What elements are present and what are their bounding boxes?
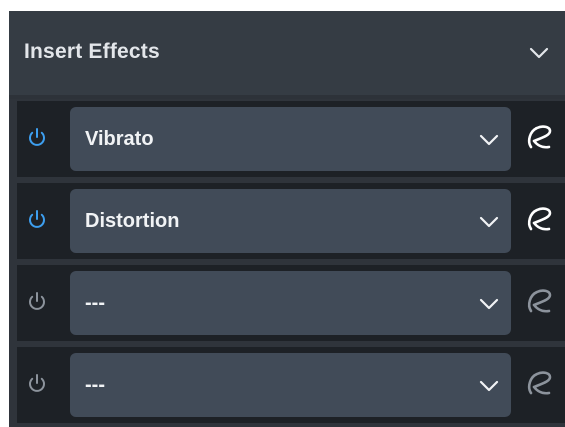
insert-effects-panel: Insert Effects Vibrato Distortion --- --…: [9, 11, 565, 427]
chevron-down-icon: [479, 298, 499, 310]
panel-title: Insert Effects: [24, 40, 160, 63]
chevron-down-icon[interactable]: [527, 41, 551, 65]
effect-select[interactable]: Distortion: [70, 189, 511, 253]
effect-slot-1: Vibrato: [17, 101, 565, 177]
effect-slot-3: ---: [17, 265, 565, 341]
power-icon[interactable]: [25, 126, 49, 150]
chevron-down-icon: [479, 380, 499, 392]
effect-slot-list: Vibrato Distortion --- ---: [9, 99, 565, 427]
effect-select-value: ---: [85, 374, 105, 396]
power-icon[interactable]: [25, 208, 49, 232]
effect-select[interactable]: Vibrato: [70, 107, 511, 171]
effect-select-value: Distortion: [85, 210, 180, 232]
effect-slot-4: ---: [17, 347, 565, 423]
effect-slot-2: Distortion: [17, 183, 565, 259]
chevron-down-icon: [479, 134, 499, 146]
edit-icon[interactable]: [522, 284, 556, 320]
edit-icon[interactable]: [522, 202, 556, 238]
effect-select-value: Vibrato: [85, 128, 154, 150]
edit-icon[interactable]: [522, 120, 556, 156]
power-icon[interactable]: [25, 372, 49, 396]
effect-select[interactable]: ---: [70, 271, 511, 335]
chevron-down-icon: [479, 216, 499, 228]
effect-select-value: ---: [85, 292, 105, 314]
power-icon[interactable]: [25, 290, 49, 314]
edit-icon[interactable]: [522, 366, 556, 402]
effect-select[interactable]: ---: [70, 353, 511, 417]
panel-header[interactable]: Insert Effects: [9, 11, 565, 95]
